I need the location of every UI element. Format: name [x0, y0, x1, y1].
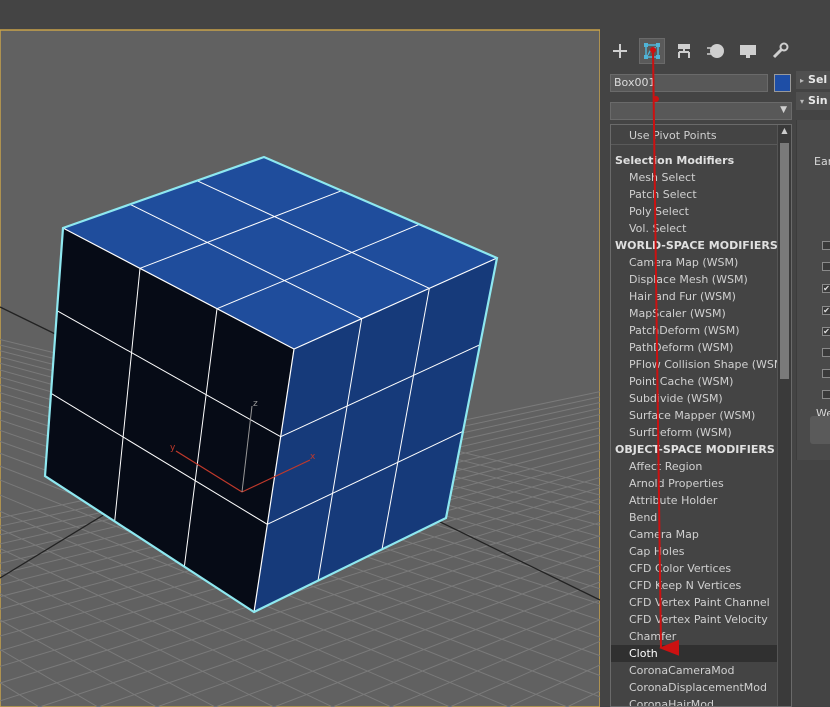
annotation-arrow-start — [650, 47, 656, 53]
annotation-overlay — [650, 47, 680, 656]
annotation-arrow — [652, 49, 680, 656]
annotation-arrow-dot — [653, 96, 659, 102]
